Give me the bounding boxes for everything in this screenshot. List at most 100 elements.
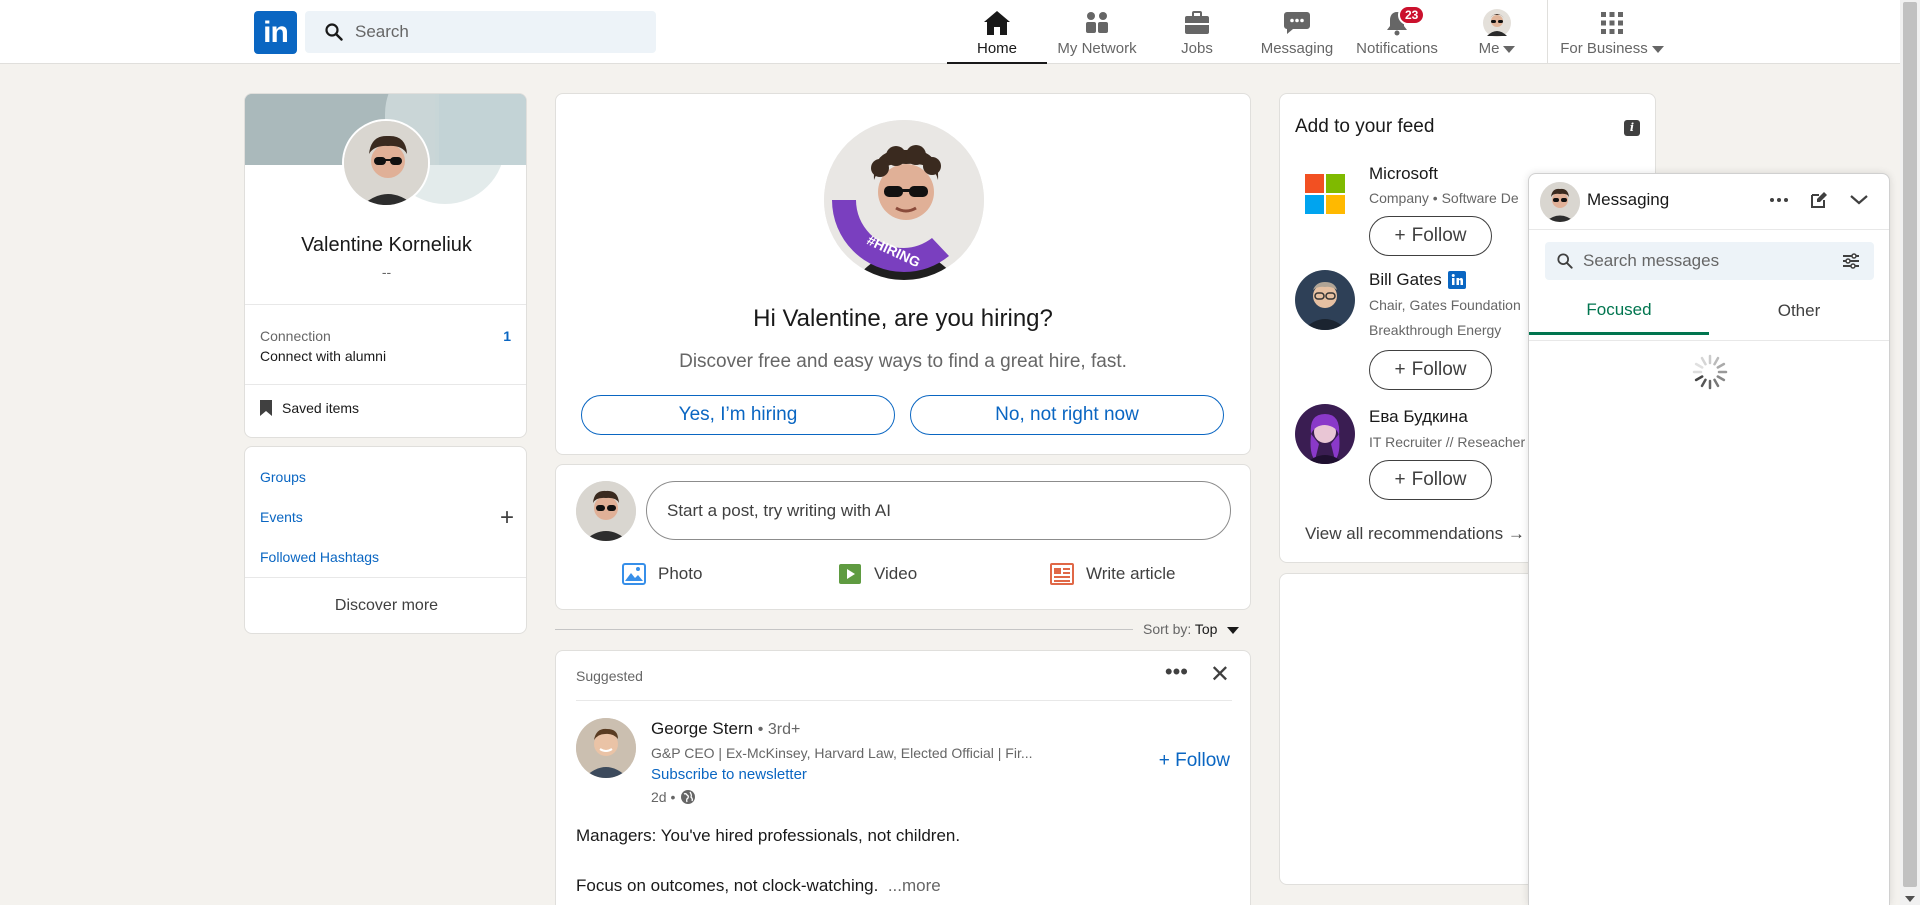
add-event-icon[interactable]: + <box>500 506 514 530</box>
article-label: Write article <box>1086 564 1176 583</box>
messages-search-bar[interactable] <box>1545 242 1874 280</box>
yes-hiring-button[interactable]: Yes, I’m hiring <box>581 395 895 435</box>
groups-link[interactable]: Groups <box>260 469 306 485</box>
page-scrollbar[interactable] <box>1900 0 1920 905</box>
events-link[interactable]: Events <box>260 509 303 525</box>
chevron-down-icon <box>1503 45 1516 53</box>
plus-icon: + <box>1394 359 1406 380</box>
avatar[interactable] <box>1540 182 1580 222</box>
messaging-icon <box>1282 8 1312 38</box>
more-options-icon[interactable]: ••• <box>1165 659 1188 685</box>
nav-label: Messaging <box>1260 40 1334 57</box>
rec-name[interactable]: Microsoft <box>1369 164 1438 184</box>
tab-focused[interactable]: Focused <box>1529 287 1709 335</box>
links-card: Groups Events + Followed Hashtags Discov… <box>244 446 527 634</box>
video-label: Video <box>874 564 918 583</box>
search-input[interactable] <box>355 22 645 42</box>
home-icon <box>982 8 1012 38</box>
avatar <box>1482 8 1512 38</box>
messages-search-input[interactable] <box>1583 251 1823 271</box>
nav-my-network[interactable]: My Network <box>1047 0 1147 64</box>
divider <box>576 700 1232 701</box>
connection-sub[interactable]: Connect with alumni <box>260 348 386 364</box>
scroll-down-arrow-icon[interactable] <box>1905 896 1915 902</box>
saved-items-link[interactable]: Saved items <box>260 400 359 416</box>
hiring-avatar: #HIRING <box>824 120 984 280</box>
more-options-icon[interactable] <box>1767 188 1791 212</box>
view-all-recommendations-link[interactable]: View all recommendations → <box>1305 524 1525 544</box>
not-hiring-button[interactable]: No, not right now <box>910 395 1224 435</box>
network-icon <box>1082 8 1112 38</box>
nav-me[interactable]: Me <box>1447 0 1547 64</box>
photo-label: Photo <box>658 564 703 583</box>
follow-label: Follow <box>1411 359 1467 380</box>
follow-button[interactable]: + Follow <box>1369 350 1492 390</box>
author-avatar[interactable] <box>576 718 636 778</box>
nav-for-business[interactable]: For Business <box>1557 0 1667 64</box>
follow-label: Follow <box>1411 225 1467 246</box>
chevron-down-icon[interactable] <box>1847 188 1871 212</box>
write-article-button[interactable]: Write article <box>1050 563 1175 585</box>
rec-name[interactable]: Bill Gates <box>1369 270 1466 290</box>
post-kicker: Suggested <box>576 668 643 684</box>
search-icon <box>325 23 343 41</box>
profile-name[interactable]: Valentine Korneliuk <box>245 234 526 257</box>
nav-home[interactable]: Home <box>947 0 1047 64</box>
rec-avatar[interactable] <box>1295 404 1355 464</box>
photo-icon <box>622 563 646 585</box>
search-bar[interactable] <box>305 11 656 53</box>
plus-icon: + <box>1394 469 1406 490</box>
loading-spinner-icon <box>1692 354 1728 390</box>
author-name[interactable]: George Stern • 3rd+ <box>651 719 800 739</box>
connection-degree: • 3rd+ <box>757 721 801 738</box>
info-icon[interactable]: i <box>1624 120 1640 136</box>
notification-badge: 23 <box>1398 5 1426 25</box>
tab-other[interactable]: Other <box>1709 287 1889 335</box>
linkedin-logo[interactable]: in <box>254 11 297 54</box>
messaging-panel: Messaging Focused Other <box>1528 173 1890 905</box>
discover-more-button[interactable]: Discover more <box>245 597 528 615</box>
top-nav: in Home My Network Jobs Messaging 23 Not… <box>0 0 1900 64</box>
linkedin-badge-icon <box>1447 271 1466 289</box>
globe-icon <box>681 790 696 804</box>
nav-label: For Business <box>1560 40 1648 57</box>
avatar[interactable] <box>576 481 636 541</box>
sort-dropdown[interactable]: Sort by: Top <box>1143 621 1240 637</box>
follow-button[interactable]: + Follow <box>1369 216 1492 256</box>
messaging-title: Messaging <box>1587 190 1670 209</box>
compose-icon[interactable] <box>1807 188 1831 212</box>
follow-label: Follow <box>1411 469 1467 490</box>
connection-count[interactable]: 1 <box>503 328 511 344</box>
divider <box>245 384 526 385</box>
sort-value: Top <box>1194 621 1218 637</box>
author-name-text: George Stern <box>651 719 754 738</box>
rec-avatar[interactable] <box>1295 270 1355 330</box>
profile-card: Valentine Korneliuk -- Connection 1 Conn… <box>244 93 527 438</box>
nav-notifications[interactable]: 23 Notifications <box>1347 0 1447 64</box>
video-button[interactable]: Video <box>838 563 917 585</box>
see-more-link[interactable]: ...more <box>888 876 941 895</box>
briefcase-icon <box>1182 8 1212 38</box>
photo-button[interactable]: Photo <box>622 563 702 585</box>
profile-headline: -- <box>381 264 392 280</box>
filter-icon[interactable] <box>1842 253 1860 269</box>
follow-author-button[interactable]: + Follow <box>1159 750 1230 772</box>
connection-label[interactable]: Connection <box>260 328 331 344</box>
chevron-down-icon <box>1651 45 1664 53</box>
rec-name[interactable]: Ева Будкина <box>1369 407 1468 427</box>
microsoft-logo[interactable] <box>1295 164 1355 224</box>
post-text: Managers: You've hired professionals, no… <box>576 826 961 845</box>
messaging-header[interactable]: Messaging <box>1529 174 1889 230</box>
nav-messaging[interactable]: Messaging <box>1247 0 1347 64</box>
nav-jobs[interactable]: Jobs <box>1147 0 1247 64</box>
close-icon[interactable]: ✕ <box>1210 660 1230 689</box>
scrollbar-thumb[interactable] <box>1903 2 1917 887</box>
profile-avatar[interactable] <box>342 119 430 207</box>
follow-button[interactable]: + Follow <box>1369 460 1492 500</box>
feed-post: Suggested ••• ✕ George Stern • 3rd+ G&P … <box>555 650 1251 905</box>
post-time: 2d • <box>651 789 696 805</box>
start-post-input[interactable]: Start a post, try writing with AI <box>646 481 1231 540</box>
recommendations-title: Add to your feed <box>1295 116 1435 137</box>
subscribe-newsletter-link[interactable]: Subscribe to newsletter <box>651 766 807 783</box>
hashtags-link[interactable]: Followed Hashtags <box>260 549 379 565</box>
